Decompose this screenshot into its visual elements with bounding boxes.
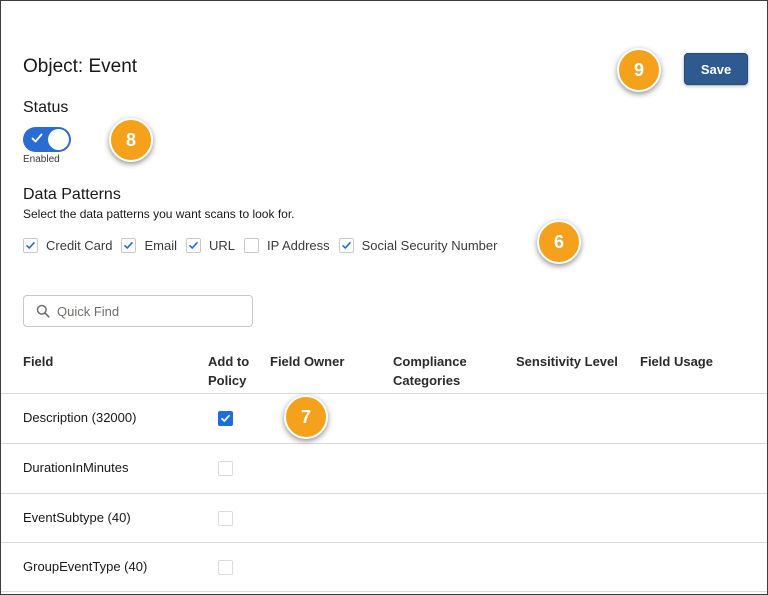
table-row: EventSubtype (40) — [1, 493, 767, 543]
page-title: Object: Event — [23, 56, 138, 77]
callout-badge: 7 — [284, 395, 328, 439]
field-name: GroupEventType (40) — [23, 559, 148, 574]
save-button[interactable]: Save — [684, 53, 748, 85]
add-to-policy-checkbox[interactable] — [218, 461, 233, 476]
status-heading: Status — [23, 99, 69, 116]
pattern-ssn[interactable]: Social Security Number — [338, 238, 498, 253]
toggle-label: Enabled — [23, 154, 60, 165]
pattern-label: Email — [144, 238, 177, 253]
callout-badge: 9 — [617, 48, 661, 92]
data-pattern-list: Credit Card Email URL IP Address Social … — [23, 238, 497, 253]
status-toggle[interactable] — [23, 127, 71, 152]
add-to-policy-checkbox[interactable] — [218, 411, 233, 426]
search-icon — [36, 304, 50, 318]
pattern-label: Credit Card — [46, 238, 113, 253]
check-icon — [221, 414, 230, 422]
pattern-checkbox[interactable] — [23, 238, 38, 253]
header-field-owner: Field Owner — [270, 354, 345, 369]
header-sensitivity-level: Sensitivity Level — [516, 354, 618, 369]
header-add-to-policy-line1: Add to — [208, 354, 250, 369]
add-to-policy-checkbox[interactable] — [218, 560, 233, 575]
data-patterns-subtitle: Select the data patterns you want scans … — [23, 207, 295, 221]
header-compliance-line1: Compliance — [393, 354, 467, 369]
pattern-url[interactable]: URL — [185, 238, 235, 253]
table-row: Description (32000) — [1, 393, 767, 443]
data-patterns-heading: Data Patterns — [23, 186, 121, 203]
check-icon — [26, 242, 35, 249]
pattern-checkbox[interactable] — [244, 238, 259, 253]
header-compliance-line2: Categories — [393, 373, 461, 388]
header-field: Field — [23, 354, 54, 369]
field-name: Description (32000) — [23, 410, 137, 425]
pattern-label: URL — [208, 238, 235, 253]
quick-find-input[interactable] — [57, 303, 237, 319]
pattern-checkbox[interactable] — [185, 238, 201, 253]
pattern-label: IP Address — [267, 238, 330, 253]
pattern-ip-address[interactable]: IP Address — [244, 238, 330, 253]
pattern-email[interactable]: Email — [121, 238, 177, 253]
page-frame: Object: Event Save Status Enabled Data P… — [0, 0, 768, 595]
check-icon — [341, 242, 351, 249]
header-compliance-categories: Compliance Categories — [393, 352, 467, 390]
check-icon — [31, 133, 43, 143]
table-row: GroupEventType (40) — [1, 542, 767, 592]
pattern-checkbox[interactable] — [338, 238, 354, 253]
check-icon — [124, 242, 134, 249]
header-add-to-policy-line2: Policy — [208, 373, 247, 388]
add-to-policy-checkbox[interactable] — [218, 511, 233, 526]
callout-badge: 6 — [537, 220, 581, 264]
toggle-knob — [48, 129, 69, 150]
table-row: DurationInMinutes — [1, 443, 767, 493]
field-name: EventSubtype (40) — [23, 510, 131, 525]
callout-badge: 8 — [109, 118, 153, 162]
pattern-checkbox[interactable] — [121, 238, 137, 253]
header-add-to-policy: Add to Policy — [208, 352, 249, 390]
pattern-label: Social Security Number — [361, 238, 498, 253]
pattern-credit-card[interactable]: Credit Card — [23, 238, 112, 253]
check-icon — [189, 242, 198, 249]
header-field-usage: Field Usage — [640, 354, 713, 369]
field-name: DurationInMinutes — [23, 460, 129, 475]
quick-find-search[interactable] — [23, 295, 253, 327]
